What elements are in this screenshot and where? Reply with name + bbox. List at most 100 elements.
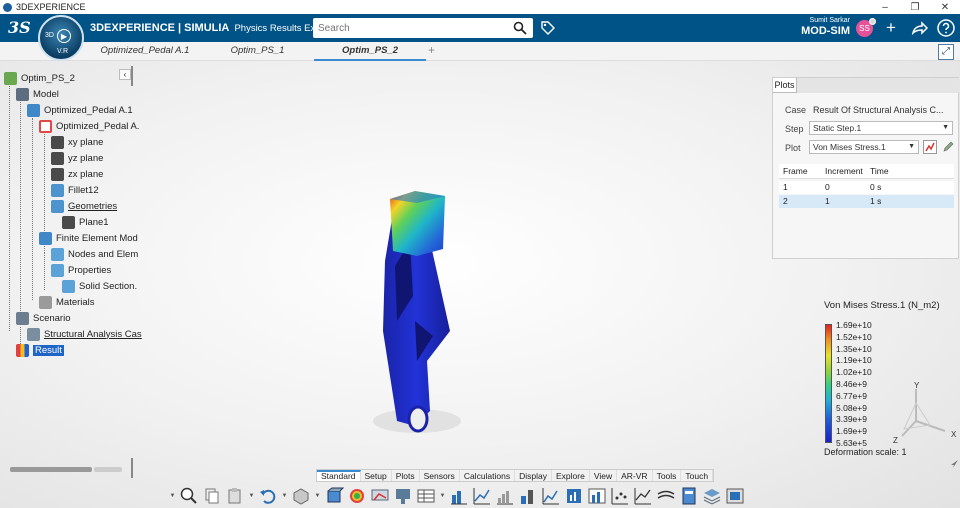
tree-node-structural-analysis-case[interactable]: Structural Analysis Cas	[27, 327, 142, 341]
tree-collapse-button[interactable]: ‹	[119, 69, 131, 80]
table-icon[interactable]	[416, 486, 436, 506]
xy-plot-icon[interactable]	[541, 486, 561, 506]
search-icon[interactable]	[513, 21, 527, 35]
chevron-down-icon[interactable]: ▼	[169, 486, 176, 506]
tab-display[interactable]: Display	[515, 470, 552, 481]
stack-layers-icon[interactable]	[702, 486, 722, 506]
trend-plot-icon[interactable]	[633, 486, 653, 506]
play-icon[interactable]: ▶	[57, 29, 71, 43]
compass-3d-label: 3D	[45, 32, 54, 39]
line-plot-icon[interactable]	[472, 486, 492, 506]
tree-splitter-bottom[interactable]	[131, 458, 133, 478]
tree-node-result[interactable]: Result	[16, 343, 64, 357]
tree-node-materials[interactable]: Materials	[39, 295, 95, 309]
tree-node-yz-plane[interactable]: yz plane	[51, 151, 103, 165]
3d-viewport[interactable]: ‹ Optim_PS_2 Model Optimized_Pedal A.1 O…	[0, 61, 960, 508]
tree-node-geometries[interactable]: Geometries	[51, 199, 117, 213]
tab-optim-ps-1[interactable]: Optim_PS_1	[220, 42, 295, 61]
copy-icon[interactable]	[202, 486, 222, 506]
axis-triad[interactable]: Y X Z	[890, 381, 960, 443]
search-input[interactable]	[313, 19, 503, 37]
tree-horizontal-scrollbar[interactable]	[10, 467, 92, 472]
tab-sensors[interactable]: Sensors	[420, 470, 460, 481]
step-dropdown[interactable]: Static Step.1 ▼	[809, 121, 953, 135]
help-icon[interactable]	[936, 18, 956, 38]
tab-plots[interactable]: Plots	[392, 470, 420, 481]
sensor-display-icon[interactable]	[393, 486, 413, 506]
product-icon	[27, 103, 40, 117]
pedal-model[interactable]	[355, 121, 485, 441]
add-tab-button[interactable]: +	[428, 43, 435, 57]
properties-icon	[51, 263, 64, 277]
plot-value: Von Mises Stress.1	[813, 142, 886, 152]
minimize-button[interactable]: –	[870, 2, 900, 13]
fullscreen-icon[interactable]: ⤢	[938, 44, 954, 60]
tab-explore[interactable]: Explore	[552, 470, 590, 481]
undo-icon[interactable]	[258, 486, 278, 506]
legend-title: Von Mises Stress.1 (N_m2)	[824, 300, 940, 311]
ds-logo-icon[interactable]: 3S	[8, 18, 31, 37]
streamline-icon[interactable]	[656, 486, 676, 506]
tree-node-scenario[interactable]: Scenario	[16, 311, 71, 325]
tab-standard[interactable]: Standard	[317, 470, 361, 481]
plot-settings-icon[interactable]	[923, 140, 937, 154]
table-row[interactable]: 1 0 0 s	[779, 181, 954, 194]
tab-calculations[interactable]: Calculations	[460, 470, 516, 481]
tag-icon[interactable]	[540, 20, 556, 36]
tree-scroll-track[interactable]	[94, 467, 122, 472]
bar-plot-icon[interactable]	[449, 486, 469, 506]
plot-dropdown[interactable]: Von Mises Stress.1 ▼	[809, 140, 919, 154]
tab-optimized-pedal[interactable]: Optimized_Pedal A.1	[100, 42, 190, 61]
stacked-bars-icon[interactable]	[518, 486, 538, 506]
tab-setup[interactable]: Setup	[361, 470, 392, 481]
tree-node-optim-ps-2[interactable]: Optim_PS_2	[4, 71, 75, 85]
histogram-icon[interactable]	[495, 486, 515, 506]
tree-node-label: xy plane	[68, 136, 104, 148]
tab-ar-vr[interactable]: AR-VR	[617, 470, 653, 481]
tree-node-fillet12[interactable]: Fillet12	[51, 183, 99, 197]
tree-node-xy-plane[interactable]: xy plane	[51, 135, 103, 149]
animation-icon[interactable]	[725, 486, 745, 506]
legend-value: 1.69e+9	[836, 426, 867, 436]
tree-node-solid-section[interactable]: Solid Section.	[62, 279, 137, 293]
zoom-icon[interactable]	[179, 486, 199, 506]
deformed-shape-icon[interactable]	[370, 486, 390, 506]
scatter-plot-icon[interactable]	[610, 486, 630, 506]
add-icon[interactable]: +	[881, 18, 901, 38]
tree-node-properties[interactable]: Properties	[51, 263, 111, 277]
tree-node-optimized-pedal-a1[interactable]: Optimized_Pedal A.1	[27, 103, 133, 117]
restore-button[interactable]: ❐	[900, 2, 930, 13]
tab-touch[interactable]: Touch	[681, 470, 714, 481]
avatar[interactable]: SS	[856, 18, 876, 37]
table-row-selected[interactable]: 2 1 1 s	[779, 195, 954, 208]
mesh-display-icon[interactable]	[324, 486, 344, 506]
chevron-down-icon[interactable]: ▼	[439, 486, 446, 506]
tree-node-finite-element-model[interactable]: Finite Element Mod	[39, 231, 138, 245]
chart-grid-icon[interactable]	[587, 486, 607, 506]
tab-view[interactable]: View	[590, 470, 618, 481]
edit-plot-icon[interactable]	[941, 140, 955, 154]
tree-splitter[interactable]	[131, 66, 133, 86]
tree-node-zx-plane[interactable]: zx plane	[51, 167, 103, 181]
chevron-down-icon[interactable]: ▼	[281, 486, 288, 506]
plots-tab[interactable]: Plots	[773, 78, 797, 93]
tree-node-plane1[interactable]: Plane1	[62, 215, 109, 229]
compass-widget[interactable]: 3D ▶ V.R	[38, 15, 84, 61]
tree-node-model[interactable]: Model	[16, 87, 59, 101]
tab-tools[interactable]: Tools	[653, 470, 682, 481]
report-icon[interactable]	[679, 486, 699, 506]
chart-export-icon[interactable]	[564, 486, 584, 506]
contour-plot-icon[interactable]	[347, 486, 367, 506]
paste-icon[interactable]	[225, 486, 245, 506]
frames-table-header: Frame Increment Time	[779, 164, 954, 179]
chevron-down-icon[interactable]: ▼	[248, 486, 255, 506]
close-button[interactable]: ✕	[930, 2, 960, 13]
tree-node-optimized-pedal-part[interactable]: Optimized_Pedal A.	[39, 119, 139, 133]
part-design-icon[interactable]	[291, 486, 311, 506]
share-icon[interactable]	[909, 18, 929, 38]
tree-node-nodes-elements[interactable]: Nodes and Elem	[51, 247, 138, 261]
chevron-down-icon[interactable]: ▼	[314, 486, 321, 506]
viewport-corner-arrow-icon[interactable]	[949, 459, 959, 469]
tree-node-label: Structural Analysis Cas	[44, 328, 142, 340]
tab-optim-ps-2[interactable]: Optim_PS_2	[314, 42, 426, 61]
